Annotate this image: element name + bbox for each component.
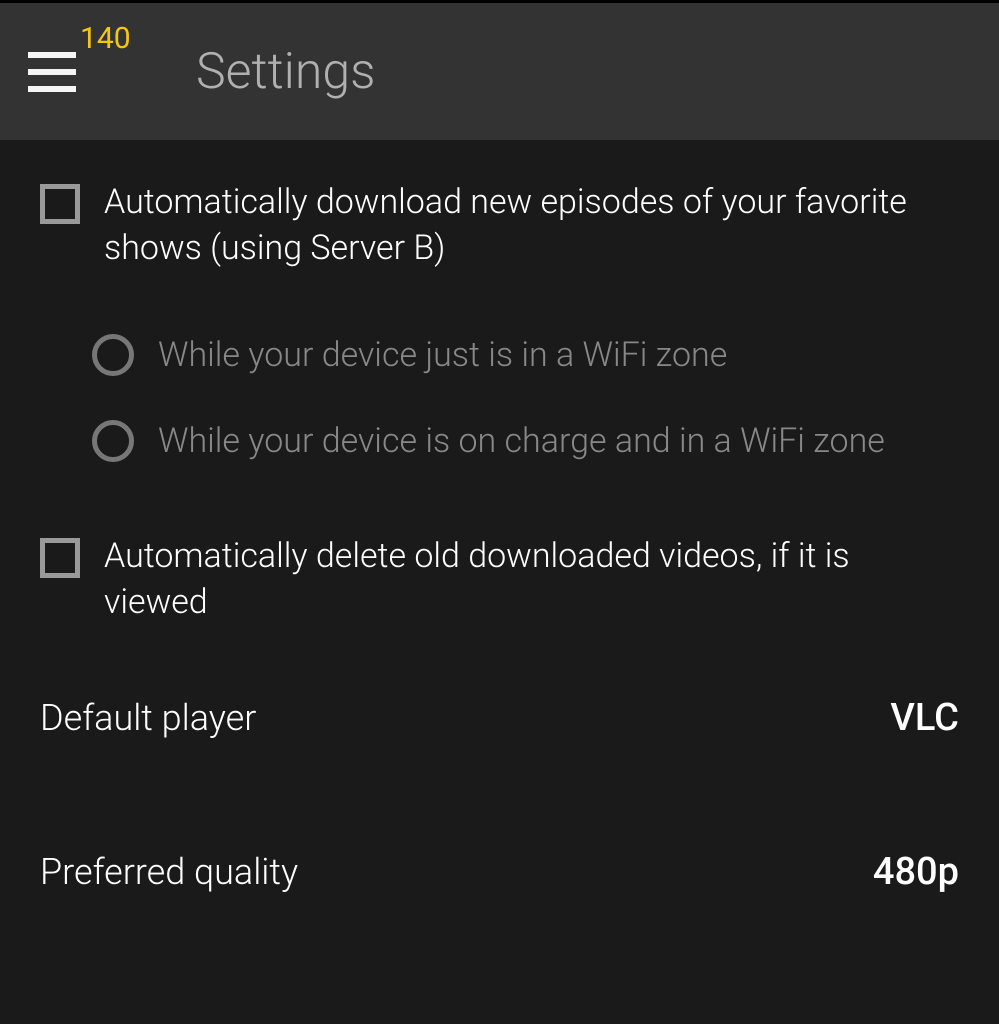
header: 140 Settings <box>0 0 999 140</box>
auto-download-radio-group: While your device just is in a WiFi zone… <box>40 312 959 484</box>
preferred-quality-setting[interactable]: Preferred quality 480p <box>40 820 959 924</box>
auto-delete-setting[interactable]: Automatically delete old downloaded vide… <box>40 524 959 636</box>
wifi-radio[interactable] <box>92 334 134 376</box>
notification-badge: 140 <box>80 21 131 56</box>
auto-download-label: Automatically download new episodes of y… <box>104 180 959 272</box>
charge-wifi-option[interactable]: While your device is on charge and in a … <box>92 398 959 484</box>
page-title: Settings <box>196 43 376 101</box>
auto-download-setting[interactable]: Automatically download new episodes of y… <box>40 170 959 282</box>
default-player-value: VLC <box>890 696 959 740</box>
wifi-option[interactable]: While your device just is in a WiFi zone <box>92 312 959 398</box>
charge-wifi-radio-label: While your device is on charge and in a … <box>158 421 885 461</box>
preferred-quality-label: Preferred quality <box>40 851 298 893</box>
default-player-label: Default player <box>40 697 256 739</box>
auto-delete-label: Automatically delete old downloaded vide… <box>104 534 959 626</box>
auto-download-checkbox[interactable] <box>40 184 80 224</box>
default-player-setting[interactable]: Default player VLC <box>40 666 959 770</box>
settings-content: Automatically download new episodes of y… <box>0 140 999 924</box>
hamburger-menu-icon[interactable] <box>28 52 76 92</box>
preferred-quality-value: 480p <box>873 850 959 894</box>
charge-wifi-radio[interactable] <box>92 420 134 462</box>
auto-delete-checkbox[interactable] <box>40 538 80 578</box>
wifi-radio-label: While your device just is in a WiFi zone <box>158 335 727 375</box>
